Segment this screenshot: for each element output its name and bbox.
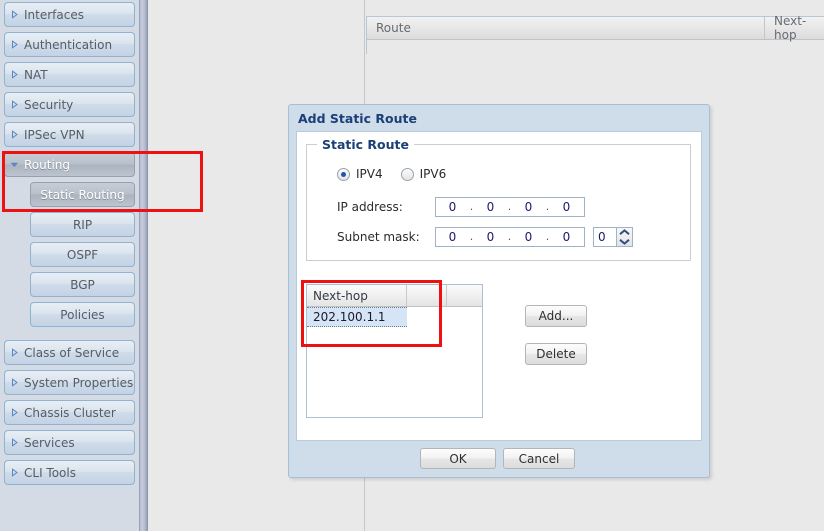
triangle-right-icon bbox=[12, 40, 18, 49]
sidebar-item-nat[interactable]: NAT bbox=[4, 62, 135, 87]
sidebar-item-label: Static Routing bbox=[40, 187, 125, 202]
route-table-header: Route Next-hop bbox=[367, 14, 824, 42]
triangle-right-icon bbox=[12, 438, 18, 447]
nexthop-list[interactable]: Next-hop 202.100.1.1 bbox=[306, 284, 483, 418]
add-button[interactable]: Add... bbox=[525, 305, 587, 327]
sidebar-item-policies[interactable]: Policies bbox=[30, 302, 135, 327]
ok-button[interactable]: OK bbox=[420, 448, 496, 469]
prefix-length-value[interactable]: 0 bbox=[593, 227, 617, 247]
sidebar-item-label: NAT bbox=[24, 67, 48, 82]
nexthop-list-row[interactable]: 202.100.1.1 bbox=[307, 307, 407, 327]
sidebar-item-label: BGP bbox=[70, 277, 95, 292]
radio-ipv6-label: IPV6 bbox=[419, 167, 447, 181]
sidebar-item-bgp[interactable]: BGP bbox=[30, 272, 135, 297]
triangle-down-icon bbox=[10, 162, 19, 168]
nexthop-column-header-3[interactable] bbox=[447, 285, 482, 306]
sidebar-navigation: Interfaces Authentication NAT Security I… bbox=[0, 0, 139, 531]
ip-octet-1[interactable]: 0 bbox=[436, 198, 469, 216]
chevron-down-icon bbox=[619, 239, 630, 245]
triangle-right-icon bbox=[12, 348, 18, 357]
sidebar-item-label: IPSec VPN bbox=[24, 127, 85, 142]
ip-octet-2[interactable]: 0 bbox=[474, 198, 507, 216]
sidebar-item-label: Authentication bbox=[24, 37, 113, 52]
spinner-up-button[interactable] bbox=[617, 228, 632, 237]
mask-octet-1[interactable]: 0 bbox=[436, 228, 469, 246]
sidebar-item-label: RIP bbox=[72, 217, 93, 232]
triangle-right-icon bbox=[12, 468, 18, 477]
cancel-button[interactable]: Cancel bbox=[503, 448, 575, 469]
mask-octet-3[interactable]: 0 bbox=[512, 228, 545, 246]
chevron-up-icon bbox=[619, 229, 630, 235]
sidebar-item-label: CLI Tools bbox=[24, 465, 76, 480]
sidebar-group-divider bbox=[0, 332, 139, 340]
nexthop-column-header[interactable]: Next-hop bbox=[307, 285, 407, 306]
sidebar-item-rip[interactable]: RIP bbox=[30, 212, 135, 237]
subnet-mask-field-row: Subnet mask: 0 . 0 . 0 . 0 0 bbox=[337, 227, 633, 247]
route-column-header-nexthop[interactable]: Next-hop bbox=[765, 14, 824, 42]
route-table-body bbox=[367, 40, 824, 55]
spinner-down-button[interactable] bbox=[617, 237, 632, 246]
nexthop-list-header: Next-hop bbox=[307, 285, 482, 307]
nexthop-column-header-2[interactable] bbox=[407, 285, 447, 306]
route-column-header-route[interactable]: Route bbox=[367, 17, 765, 39]
sidebar-item-services[interactable]: Services bbox=[4, 430, 135, 455]
triangle-right-icon bbox=[12, 378, 18, 387]
triangle-right-icon bbox=[12, 408, 18, 417]
subnet-mask-label: Subnet mask: bbox=[337, 230, 420, 244]
ip-octet-3[interactable]: 0 bbox=[512, 198, 545, 216]
mask-octet-4[interactable]: 0 bbox=[550, 228, 583, 246]
prefix-length-stepper[interactable]: 0 bbox=[593, 227, 633, 247]
sidebar-item-static-routing[interactable]: Static Routing bbox=[30, 182, 135, 207]
sidebar-item-label: Routing bbox=[24, 157, 71, 172]
ip-address-field-row: IP address: 0 . 0 . 0 . 0 bbox=[337, 197, 585, 217]
triangle-right-icon bbox=[12, 10, 18, 19]
triangle-right-icon bbox=[12, 70, 18, 79]
sidebar-item-label: Chassis Cluster bbox=[24, 405, 116, 420]
route-table: Route Next-hop bbox=[366, 14, 824, 55]
radio-ipv6[interactable] bbox=[400, 167, 414, 181]
sidebar-item-cli-tools[interactable]: CLI Tools bbox=[4, 460, 135, 485]
sidebar-item-ospf[interactable]: OSPF bbox=[30, 242, 135, 267]
radio-ipv4[interactable] bbox=[337, 167, 350, 181]
ip-address-input[interactable]: 0 . 0 . 0 . 0 bbox=[435, 197, 585, 217]
sidebar-item-label: Class of Service bbox=[24, 345, 120, 360]
delete-button[interactable]: Delete bbox=[525, 343, 587, 365]
sidebar-item-interfaces[interactable]: Interfaces bbox=[4, 2, 135, 27]
sidebar-splitter[interactable] bbox=[139, 0, 148, 531]
sidebar-item-ipsec-vpn[interactable]: IPSec VPN bbox=[4, 122, 135, 147]
ip-octet-4[interactable]: 0 bbox=[550, 198, 583, 216]
radio-ipv4-label: IPV4 bbox=[356, 167, 383, 181]
mask-octet-2[interactable]: 0 bbox=[474, 228, 507, 246]
sidebar-item-label: System Properties bbox=[24, 375, 134, 390]
sidebar-item-security[interactable]: Security bbox=[4, 92, 135, 117]
sidebar-item-label: Interfaces bbox=[24, 7, 84, 22]
sidebar-item-class-of-service[interactable]: Class of Service bbox=[4, 340, 135, 365]
prefix-length-buttons bbox=[617, 227, 633, 247]
ip-address-label: IP address: bbox=[337, 200, 403, 214]
sidebar-item-system-properties[interactable]: System Properties bbox=[4, 370, 135, 395]
ip-version-radio-group: IPV4 IPV6 bbox=[337, 167, 458, 181]
sidebar-item-label: Policies bbox=[60, 307, 105, 322]
sidebar-item-label: Security bbox=[24, 97, 74, 112]
sidebar-item-routing[interactable]: Routing bbox=[4, 152, 135, 177]
static-route-groupbox: Static Route IPV4 IPV6 IP address: 0 . 0… bbox=[306, 137, 691, 261]
static-route-legend: Static Route bbox=[317, 137, 414, 152]
sidebar-item-authentication[interactable]: Authentication bbox=[4, 32, 135, 57]
subnet-mask-input[interactable]: 0 . 0 . 0 . 0 bbox=[435, 227, 585, 247]
sidebar-item-chassis-cluster[interactable]: Chassis Cluster bbox=[4, 400, 135, 425]
triangle-right-icon bbox=[12, 130, 18, 139]
sidebar-item-label: OSPF bbox=[66, 247, 99, 262]
triangle-right-icon bbox=[12, 100, 18, 109]
dialog-title: Add Static Route bbox=[298, 110, 417, 126]
sidebar-item-label: Services bbox=[24, 435, 75, 450]
